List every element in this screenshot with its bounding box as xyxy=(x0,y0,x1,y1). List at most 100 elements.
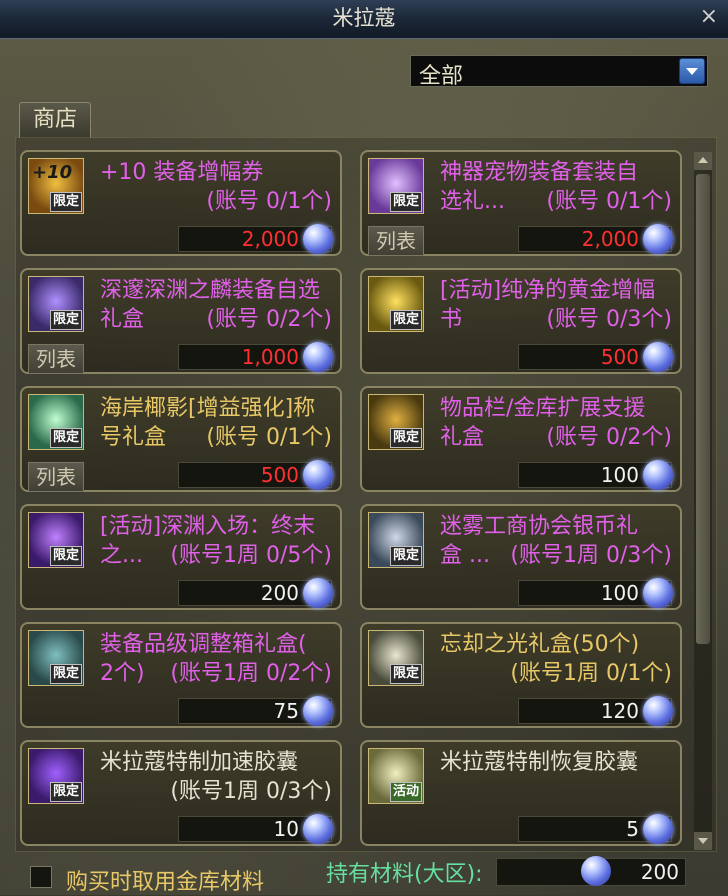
item-name-line1: 海岸椰影[增益强化]称 xyxy=(100,396,316,421)
price-bar: 2,000 xyxy=(518,224,673,254)
price-bar: 10 xyxy=(178,814,333,844)
shop-item-card[interactable]: 限定 米拉蔻特制加速胶囊 (账号1周 0/3个) 10 xyxy=(20,740,342,846)
grade-adjust-box-icon: 限定 xyxy=(28,630,84,686)
limited-badge: 限定 xyxy=(390,546,422,566)
price-value: 75 xyxy=(273,699,299,723)
currency-gem-icon xyxy=(303,460,333,490)
item-name: 米拉蔻特制加速胶囊 xyxy=(100,748,336,777)
limited-badge: 限定 xyxy=(390,192,422,212)
close-icon[interactable]: × xyxy=(700,4,718,29)
item-name-line1: 米拉蔻特制加速胶囊 xyxy=(100,750,299,775)
scroll-up-icon[interactable] xyxy=(694,152,712,170)
limited-badge: 限定 xyxy=(50,546,82,566)
category-dropdown[interactable]: 全部 xyxy=(410,55,708,89)
scroll-thumb[interactable] xyxy=(696,174,710,644)
shop-item-card[interactable]: 限定 迷雾工商协会银币礼盒 ... (账号1周 0/3个) 100 xyxy=(360,504,682,610)
speed-capsule-icon: 限定 xyxy=(28,748,84,804)
window-title: 米拉蔻 xyxy=(332,6,396,30)
recovery-capsule-icon: 活动 xyxy=(368,748,424,804)
price-value: 500 xyxy=(600,345,639,369)
price-value: 2,000 xyxy=(241,227,299,251)
scroll-down-icon[interactable] xyxy=(694,832,712,850)
purchase-limit: (账号 0/2个) xyxy=(546,425,672,450)
item-name-line1: 米拉蔻特制恢复胶囊 xyxy=(440,750,639,775)
limited-badge: 限定 xyxy=(390,428,422,448)
scrollbar[interactable] xyxy=(694,152,712,850)
currency-gem-icon xyxy=(643,814,673,844)
plus10-ticket-icon: +10 限定 xyxy=(28,158,84,214)
shop-item-card[interactable]: 限定 物品栏/金库扩展支援 礼盒 (账号 0/2个) 100 xyxy=(360,386,682,492)
price-value: 100 xyxy=(600,463,639,487)
item-name: 忘却之光礼盒(50个) xyxy=(440,630,676,659)
shop-item-card[interactable]: 活动 米拉蔻特制恢复胶囊 5 xyxy=(360,740,682,846)
currency-gem-icon xyxy=(643,460,673,490)
shop-item-card[interactable]: 限定 海岸椰影[增益强化]称 号礼盒 (账号 0/1个) 列表 500 xyxy=(20,386,342,492)
shop-item-card[interactable]: 限定 深邃深渊之麟装备自选 礼盒 (账号 0/2个) 列表 1,000 xyxy=(20,268,342,374)
purchase-limit: (账号1周 0/1个) xyxy=(510,661,672,686)
price-value: 120 xyxy=(600,699,639,723)
purchase-limit: (账号1周 0/2个) xyxy=(170,661,332,686)
item-name-line1: 神器宠物装备套装自 xyxy=(440,160,639,185)
price-value: 200 xyxy=(260,581,299,605)
item-name-line1: 深邃深渊之麟装备自选 xyxy=(100,278,321,303)
forgotten-light-box-icon: 限定 xyxy=(368,630,424,686)
price-value: 1,000 xyxy=(241,345,299,369)
purchase-limit: (账号 0/1个) xyxy=(206,425,332,450)
item-name-line1: 迷雾工商协会银币礼 xyxy=(440,514,639,539)
tab-shop[interactable]: 商店 xyxy=(19,102,91,138)
item-name-line1: [活动]纯净的黄金增幅 xyxy=(440,278,656,303)
limited-badge: 限定 xyxy=(390,310,422,330)
dropdown-value: 全部 xyxy=(419,64,464,89)
price-value: 100 xyxy=(600,581,639,605)
pet-gear-box-icon: 限定 xyxy=(368,158,424,214)
item-name: 米拉蔻特制恢复胶囊 xyxy=(440,748,676,777)
limited-badge: 限定 xyxy=(50,428,82,448)
shop-item-card[interactable]: 限定 忘却之光礼盒(50个) (账号1周 0/1个) 120 xyxy=(360,622,682,728)
price-bar: 500 xyxy=(178,460,333,490)
use-vault-checkbox[interactable] xyxy=(30,866,52,888)
list-button[interactable]: 列表 xyxy=(368,226,424,256)
currency-gem-icon xyxy=(643,224,673,254)
icon-text: +10 xyxy=(32,162,73,183)
silver-coin-box-icon: 限定 xyxy=(368,512,424,568)
limited-badge: 限定 xyxy=(50,782,82,802)
limited-badge: 限定 xyxy=(50,664,82,684)
purchase-limit: (账号1周 0/5个) xyxy=(170,543,332,568)
hold-materials-bar: 200 xyxy=(496,856,686,886)
list-button[interactable]: 列表 xyxy=(28,462,84,492)
shop-item-card[interactable]: 限定 [活动]纯净的黄金增幅书 (账号 0/3个) 500 xyxy=(360,268,682,374)
limited-badge: 限定 xyxy=(50,192,82,212)
currency-gem-icon xyxy=(303,342,333,372)
list-button[interactable]: 列表 xyxy=(28,344,84,374)
price-bar: 120 xyxy=(518,696,673,726)
currency-gem-icon xyxy=(643,342,673,372)
price-value: 500 xyxy=(260,463,299,487)
shop-item-card[interactable]: +10 限定 +10 装备增幅券 (账号 0/1个) 2,000 xyxy=(20,150,342,256)
price-bar: 500 xyxy=(518,342,673,372)
item-name-line1: +10 装备增幅券 xyxy=(100,160,264,185)
shop-item-card[interactable]: 限定 装备品级调整箱礼盒(2个) (账号1周 0/2个) 75 xyxy=(20,622,342,728)
shop-item-card[interactable]: 限定 神器宠物装备套装自 选礼... (账号 0/1个) 列表 2,000 xyxy=(360,150,682,256)
chevron-down-icon[interactable] xyxy=(679,58,705,84)
purchase-limit: (账号 0/1个) xyxy=(206,189,332,214)
price-value: 5 xyxy=(626,817,639,841)
purchase-limit: (账号1周 0/3个) xyxy=(170,779,332,804)
purchase-limit: (账号 0/3个) xyxy=(546,307,672,332)
currency-gem-icon xyxy=(303,814,333,844)
material-gem-icon xyxy=(581,856,611,886)
coast-title-box-icon: 限定 xyxy=(28,394,84,450)
price-bar: 1,000 xyxy=(178,342,333,372)
item-name-line1: 物品栏/金库扩展支援 xyxy=(440,396,646,421)
use-vault-label: 购买时取用金库材料 xyxy=(66,870,265,895)
currency-gem-icon xyxy=(303,224,333,254)
item-name: +10 装备增幅券 xyxy=(100,158,336,187)
abyss-gear-box-icon: 限定 xyxy=(28,276,84,332)
currency-gem-icon xyxy=(303,578,333,608)
inventory-expand-box-icon: 限定 xyxy=(368,394,424,450)
currency-gem-icon xyxy=(643,578,673,608)
price-bar: 5 xyxy=(518,814,673,844)
shop-item-card[interactable]: 限定 [活动]深渊入场：终末 之... (账号1周 0/5个) 200 xyxy=(20,504,342,610)
purchase-limit: (账号 0/2个) xyxy=(206,307,332,332)
price-bar: 100 xyxy=(518,578,673,608)
limited-badge: 活动 xyxy=(390,782,422,802)
